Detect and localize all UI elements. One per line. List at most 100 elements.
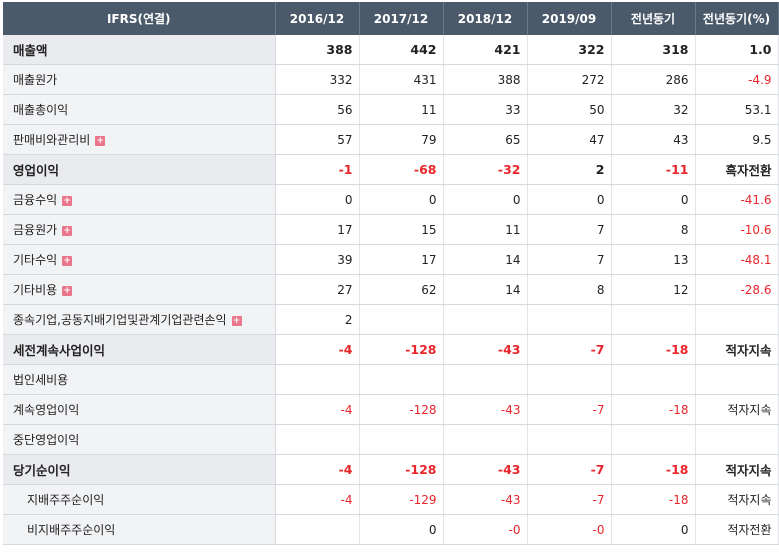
row-label-cell: 매출총이익 [3, 94, 276, 125]
value-cell: 65 [443, 124, 528, 155]
row-label: 법인세비용 [13, 373, 69, 387]
value-cell: 62 [359, 274, 444, 305]
row-label: 비지배주주순이익 [27, 523, 116, 537]
row-label-cell: 매출원가 [3, 64, 276, 95]
value-cell [359, 304, 444, 335]
value-cell: -43 [443, 484, 528, 515]
expand-plus-icon[interactable]: + [62, 255, 73, 266]
value-cell: -1 [275, 154, 360, 185]
table-row: 지배주주순이익 -4 -129 -43 -7 -18 적자지속 [3, 484, 779, 515]
expand-plus-icon[interactable]: + [95, 135, 106, 146]
header-period-2016: 2016/12 [275, 2, 360, 35]
row-label-cell: 금융수익 + [3, 184, 276, 215]
expand-plus-icon[interactable]: + [62, 195, 73, 206]
table-row: 계속영업이익 -4 -128 -43 -7 -18 적자지속 [3, 394, 779, 425]
value-cell: 7 [527, 244, 612, 275]
value-cell: -68 [359, 154, 444, 185]
value-cell: 13 [611, 244, 696, 275]
value-cell: 8 [527, 274, 612, 305]
value-cell: 2 [275, 304, 360, 335]
expand-plus-icon[interactable]: + [62, 225, 73, 236]
value-cell [695, 424, 779, 455]
row-label-cell: 지배주주순이익 [3, 484, 276, 515]
value-cell: -4 [275, 334, 360, 365]
row-label-cell: 계속영업이익 [3, 394, 276, 425]
value-cell: -43 [443, 454, 528, 485]
value-cell: 0 [359, 184, 444, 215]
expand-plus-icon[interactable]: + [231, 315, 242, 326]
row-label-cell: 세전계속사업이익 [3, 334, 276, 365]
value-cell: 0 [359, 514, 444, 545]
value-cell: 15 [359, 214, 444, 245]
table-row: 판매비와관리비 +57 79 65 47 43 9.5 [3, 124, 779, 155]
row-label: 판매비와관리비 [13, 133, 91, 147]
table-row: 세전계속사업이익 -4 -128 -43 -7 -18 적자지속 [3, 334, 779, 365]
value-cell: -7 [527, 484, 612, 515]
value-cell: 17 [359, 244, 444, 275]
value-cell: 442 [359, 35, 444, 65]
value-cell: 388 [443, 64, 528, 95]
value-cell: 57 [275, 124, 360, 155]
row-label-cell: 영업이익 [3, 154, 276, 185]
table-row: 영업이익 -1 -68 -32 2 -11 흑자전환 [3, 154, 779, 185]
value-cell: -128 [359, 334, 444, 365]
header-period-2017: 2017/12 [359, 2, 444, 35]
value-cell: 0 [275, 184, 360, 215]
table-row: 당기순이익 -4 -128 -43 -7 -18 적자지속 [3, 454, 779, 485]
table-row: 금융원가 +17 15 11 7 8 -10.6 [3, 214, 779, 245]
value-cell: 적자지속 [695, 334, 779, 365]
row-label: 중단영업이익 [13, 433, 80, 447]
value-cell [527, 304, 612, 335]
row-label: 매출액 [13, 43, 48, 58]
header-period-2018: 2018/12 [443, 2, 528, 35]
value-cell: 11 [359, 94, 444, 125]
value-cell [527, 424, 612, 455]
expand-plus-icon[interactable]: + [62, 285, 73, 296]
row-label-cell: 기타비용 + [3, 274, 276, 305]
value-cell: -48.1 [695, 244, 779, 275]
row-label: 당기순이익 [13, 463, 71, 478]
value-cell [275, 424, 360, 455]
value-cell: -43 [443, 394, 528, 425]
row-label: 기타비용 [13, 283, 58, 297]
row-label-cell: 매출액 [3, 35, 276, 65]
table-body: 매출액 388 442 421 322 318 1.0 매출원가 332 431 388 272 286… [3, 35, 779, 545]
value-cell: -18 [611, 334, 696, 365]
value-cell: 53.1 [695, 94, 779, 125]
value-cell: -129 [359, 484, 444, 515]
value-cell: 12 [611, 274, 696, 305]
value-cell: 9.5 [695, 124, 779, 155]
value-cell: 332 [275, 64, 360, 95]
value-cell: 1.0 [695, 35, 779, 65]
table-row: 매출총이익 56 11 33 50 32 53.1 [3, 94, 779, 125]
row-label: 계속영업이익 [13, 403, 80, 417]
value-cell: 431 [359, 64, 444, 95]
value-cell [359, 364, 444, 395]
header-prev-year-pct: 전년동기(%) [695, 2, 779, 35]
value-cell: -28.6 [695, 274, 779, 305]
header-label: IFRS(연결) [3, 2, 276, 35]
value-cell: 50 [527, 94, 612, 125]
row-label: 지배주주순이익 [27, 493, 105, 507]
value-cell: -128 [359, 394, 444, 425]
row-label-cell: 법인세비용 [3, 364, 276, 395]
value-cell [611, 364, 696, 395]
header-row: IFRS(연결) 2016/12 2017/12 2018/12 2019/09… [3, 2, 779, 35]
value-cell: -4 [275, 454, 360, 485]
value-cell: 272 [527, 64, 612, 95]
value-cell: 79 [359, 124, 444, 155]
value-cell: -4 [275, 484, 360, 515]
value-cell: 421 [443, 35, 528, 65]
value-cell: 32 [611, 94, 696, 125]
value-cell: 56 [275, 94, 360, 125]
value-cell: -128 [359, 454, 444, 485]
value-cell: 322 [527, 35, 612, 65]
row-label-cell: 비지배주주순이익 [3, 514, 276, 545]
value-cell [443, 304, 528, 335]
value-cell: 0 [443, 184, 528, 215]
value-cell: 11 [443, 214, 528, 245]
row-label: 세전계속사업이익 [13, 343, 106, 358]
value-cell: 적자전환 [695, 514, 779, 545]
table-row: 기타수익 +39 17 14 7 13 -48.1 [3, 244, 779, 275]
value-cell: 14 [443, 244, 528, 275]
